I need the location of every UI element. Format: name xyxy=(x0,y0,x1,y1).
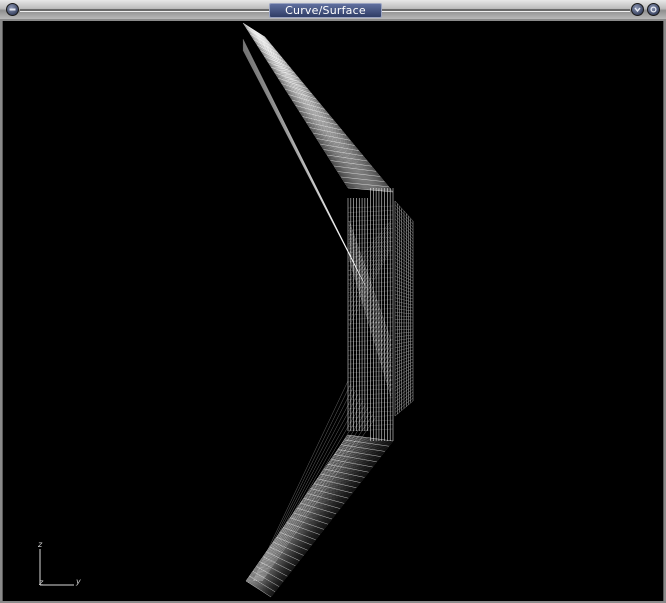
minimize-icon[interactable] xyxy=(631,3,644,16)
mesh-line xyxy=(258,404,366,582)
mesh-line xyxy=(260,410,371,582)
axis-triad: z z y xyxy=(36,541,86,591)
wireframe-surface xyxy=(242,22,414,598)
wireframe-mesh xyxy=(242,22,394,598)
mesh-line xyxy=(261,414,374,582)
back-plate-mesh xyxy=(394,200,414,417)
window-menu-icon[interactable] xyxy=(6,3,19,16)
axis-origin-label: z xyxy=(39,578,44,587)
mesh-line xyxy=(259,407,369,582)
axis-y-label: y xyxy=(76,577,81,586)
curve-surface-window: Curve/Surface z z y xyxy=(0,0,666,603)
maximize-icon[interactable] xyxy=(647,3,660,16)
3d-viewport[interactable]: z z y xyxy=(2,21,664,601)
axis-z-label: z xyxy=(38,540,43,549)
window-title: Curve/Surface xyxy=(269,3,382,18)
title-bar[interactable]: Curve/Surface xyxy=(0,0,666,20)
